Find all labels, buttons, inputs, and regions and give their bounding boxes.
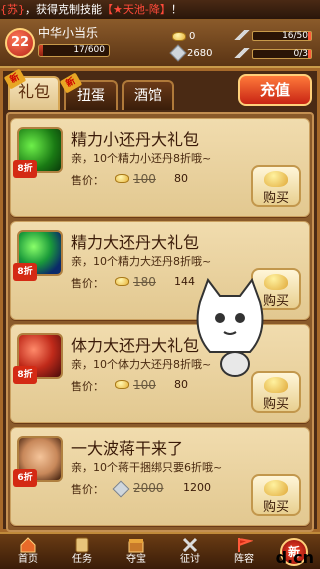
- discount-badge: 8折: [13, 263, 37, 281]
- original-price: 100: [133, 172, 156, 186]
- item-title: 一大波蒋干来了: [71, 439, 184, 458]
- buy-label: 购买: [262, 191, 289, 206]
- money-bag-icon: [264, 171, 288, 187]
- price-label: 售价：: [71, 174, 104, 187]
- price-label: 售价：: [71, 483, 104, 496]
- nav-label: 夺宝: [126, 554, 146, 565]
- ticker-message: ，获得克制技能: [25, 3, 102, 16]
- original-price: 180: [133, 275, 156, 289]
- stamina-value: 16/50: [282, 31, 308, 41]
- level-badge[interactable]: 22: [5, 28, 35, 58]
- buy-label: 购买: [262, 500, 289, 515]
- nav-formation[interactable]: 阵容: [218, 534, 270, 569]
- silver-stat: 2680: [169, 44, 213, 62]
- money-bag-icon: [264, 480, 288, 496]
- stamina-plus[interactable]: [308, 32, 311, 40]
- military-value: 0/3: [293, 49, 308, 59]
- list-item: 8折 精力小还丹大礼包 亲，10个精力小还丹8折哦~ 售价： 100 80 购买: [10, 118, 310, 217]
- military-bar: 0/3: [252, 49, 312, 59]
- recharge-button[interactable]: 充值: [238, 74, 312, 106]
- item-description: 亲，10个精力大还丹8折哦~: [71, 255, 212, 268]
- announcement-ticker: {苏}，获得克制技能【★天池-降】！: [0, 0, 320, 20]
- gold-stat: 0: [172, 30, 195, 44]
- price-label: 售价：: [71, 380, 104, 393]
- nav-campaign[interactable]: 征讨: [164, 534, 216, 569]
- gold-icon: [172, 31, 186, 41]
- tab-gacha[interactable]: 新 扭蛋: [59, 72, 118, 110]
- ticker-skill: 【★天池-降】: [102, 3, 171, 16]
- tab-label: 扭蛋: [77, 88, 105, 104]
- buy-label: 购买: [262, 397, 289, 412]
- military-icon: [234, 48, 250, 58]
- sale-price: 80: [174, 172, 188, 185]
- military-plus[interactable]: [308, 50, 311, 58]
- price-label: 售价：: [71, 277, 104, 290]
- stamina-icon: [234, 30, 250, 40]
- nav-label: 任务: [72, 554, 92, 565]
- silver-value: 2680: [187, 48, 213, 59]
- original-price: 2000: [133, 481, 164, 495]
- item-title: 精力小还丹大礼包: [71, 130, 200, 149]
- nav-label: 征讨: [180, 554, 200, 565]
- scroll-icon: [75, 537, 89, 553]
- buy-button[interactable]: 购买: [251, 474, 301, 516]
- stamina-bar: 16/50: [252, 31, 312, 41]
- site-watermark: d.cn: [275, 548, 314, 567]
- silver-icon: [112, 480, 130, 498]
- original-price: 100: [133, 378, 156, 392]
- discount-badge: 8折: [13, 366, 37, 384]
- gold-icon: [115, 277, 129, 286]
- crossed-swords-icon: [182, 537, 198, 553]
- nav-tasks[interactable]: 任务: [56, 534, 108, 569]
- silver-icon: [169, 44, 187, 62]
- nav-home[interactable]: 首页: [2, 534, 54, 569]
- tab-label: 酒馆: [134, 88, 162, 104]
- ticker-prefix: {苏}: [0, 3, 25, 16]
- sale-price: 1200: [183, 481, 211, 494]
- exp-fill: [39, 45, 43, 56]
- discount-badge: 8折: [13, 160, 37, 178]
- exp-bar: 17/600: [38, 44, 110, 57]
- bottom-nav: 首页 任务 夺宝 征讨 阵容 新: [0, 532, 320, 569]
- gold-value: 0: [189, 31, 196, 42]
- nav-label: 阵容: [234, 554, 254, 565]
- nav-treasure[interactable]: 夺宝: [110, 534, 162, 569]
- gold-icon: [115, 174, 129, 183]
- tab-gift-pack[interactable]: 新 礼包: [3, 68, 60, 110]
- item-description: 亲，10个蒋干捆绑只要6折哦~: [71, 461, 223, 474]
- gold-icon: [115, 380, 129, 389]
- discount-badge: 6折: [13, 469, 37, 487]
- list-item: 6折 一大波蒋干来了 亲，10个蒋干捆绑只要6折哦~ 售价： 2000 1200…: [10, 427, 310, 526]
- exp-text: 17/600: [73, 45, 105, 55]
- buy-button[interactable]: 购买: [251, 165, 301, 207]
- home-icon: [20, 537, 36, 553]
- mascot-cat-watermark: [196, 277, 264, 377]
- treasure-chest-icon: [128, 539, 144, 553]
- nav-label: 首页: [18, 554, 38, 565]
- tab-tavern[interactable]: 酒馆: [122, 80, 174, 110]
- player-name: 中华小当乐: [38, 26, 99, 40]
- item-title: 精力大还丹大礼包: [71, 233, 200, 252]
- item-description: 亲，10个精力小还丹8折哦~: [71, 152, 212, 165]
- flag-icon: [238, 538, 253, 552]
- tab-label: 礼包: [17, 82, 50, 101]
- player-header: 22 中华小当乐 17/600 0 2680 16/50 0/3: [0, 20, 320, 68]
- ticker-suffix: ！: [170, 3, 182, 16]
